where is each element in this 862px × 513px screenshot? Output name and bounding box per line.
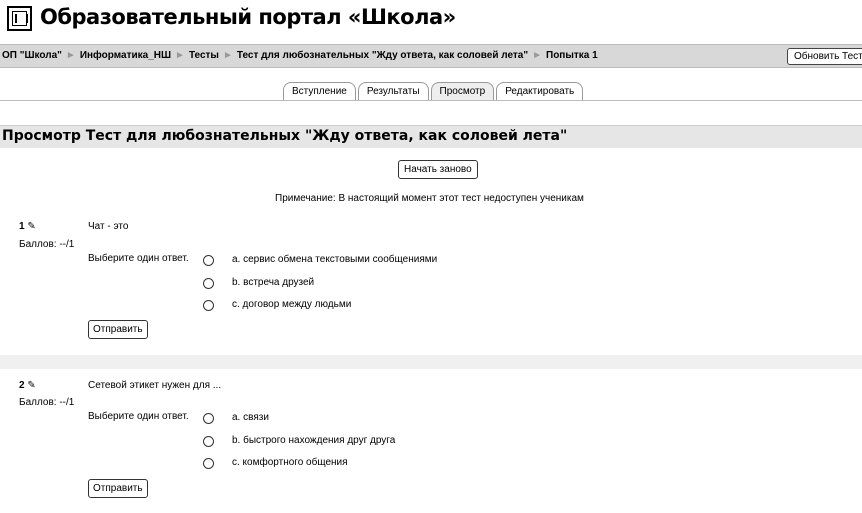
tab-preview[interactable]: Просмотр bbox=[430, 82, 495, 100]
question-divider bbox=[0, 355, 862, 369]
availability-note: Примечание: В настоящий момент этот тест… bbox=[275, 193, 584, 204]
pencil-icon[interactable]: ✎ bbox=[27, 380, 35, 391]
breadcrumb-separator-icon: ► bbox=[222, 50, 233, 61]
breadcrumb-item-tests[interactable]: Тесты bbox=[189, 50, 219, 61]
page-title: Просмотр Тест для любознательных "Жду от… bbox=[0, 125, 862, 148]
quiz-tabs: Вступление Результаты Просмотр Редактиро… bbox=[283, 82, 585, 100]
navigation-bar: ОП "Школа" ► Информатика_НШ ► Тесты ► Тест для… bbox=[0, 44, 862, 68]
site-title[interactable]: Образовательный портал «Школа» bbox=[40, 5, 456, 29]
question-text: Сетевой этикет нужен для ... bbox=[88, 380, 222, 391]
submit-button[interactable]: Отправить bbox=[88, 479, 148, 498]
tab-intro[interactable]: Вступление bbox=[283, 82, 356, 100]
radio-option-b[interactable] bbox=[203, 278, 214, 289]
tabs-divider bbox=[0, 100, 862, 101]
option-label-b[interactable]: b. быстрого нахождения друг друга bbox=[232, 435, 395, 446]
question-grade: Баллов: --/1 bbox=[19, 397, 75, 408]
restart-button[interactable]: Начать заново bbox=[398, 160, 478, 179]
radio-option-b[interactable] bbox=[203, 436, 214, 447]
tab-results[interactable]: Результаты bbox=[357, 82, 429, 100]
breadcrumb-item-course[interactable]: Информатика_НШ bbox=[80, 50, 171, 61]
breadcrumb-item-portal[interactable]: ОП "Школа" bbox=[2, 50, 62, 61]
submit-button[interactable]: Отправить bbox=[88, 320, 148, 339]
answer-prompt: Выберите один ответ. bbox=[88, 411, 189, 422]
radio-option-c[interactable] bbox=[203, 458, 214, 469]
option-label-a[interactable]: a. связи bbox=[232, 412, 269, 423]
radio-option-a[interactable] bbox=[203, 255, 214, 266]
breadcrumb-item-quiz[interactable]: Тест для любознательных "Жду ответа, как… bbox=[237, 50, 528, 61]
pencil-icon[interactable]: ✎ bbox=[27, 221, 35, 232]
radio-option-c[interactable] bbox=[203, 300, 214, 311]
answer-prompt: Выберите один ответ. bbox=[88, 253, 189, 264]
question-text: Чат - это bbox=[88, 221, 129, 232]
breadcrumb-item-attempt: Попытка 1 bbox=[546, 50, 598, 61]
option-label-b[interactable]: b. встреча друзей bbox=[232, 277, 314, 288]
option-label-c[interactable]: c. комфортного общения bbox=[232, 457, 348, 468]
question-number: 1 ✎ bbox=[19, 221, 36, 232]
tab-edit[interactable]: Редактировать bbox=[496, 82, 584, 100]
breadcrumb: ОП "Школа" ► Информатика_НШ ► Тесты ► Тест для… bbox=[2, 50, 598, 61]
option-label-a[interactable]: a. сервис обмена текстовыми сообщениями bbox=[232, 254, 437, 265]
breadcrumb-separator-icon: ► bbox=[532, 50, 543, 61]
site-header: Образовательный портал «Школа» bbox=[0, 0, 862, 38]
breadcrumb-separator-icon: ► bbox=[65, 50, 76, 61]
option-label-c[interactable]: c. договор между людьми bbox=[232, 299, 351, 310]
question-grade: Баллов: --/1 bbox=[19, 239, 75, 250]
building-columns-icon[interactable] bbox=[7, 6, 32, 31]
breadcrumb-separator-icon: ► bbox=[175, 50, 185, 61]
radio-option-a[interactable] bbox=[203, 413, 214, 424]
refresh-test-button[interactable]: Обновить Тест bbox=[787, 48, 862, 65]
question-number: 2 ✎ bbox=[19, 380, 36, 391]
